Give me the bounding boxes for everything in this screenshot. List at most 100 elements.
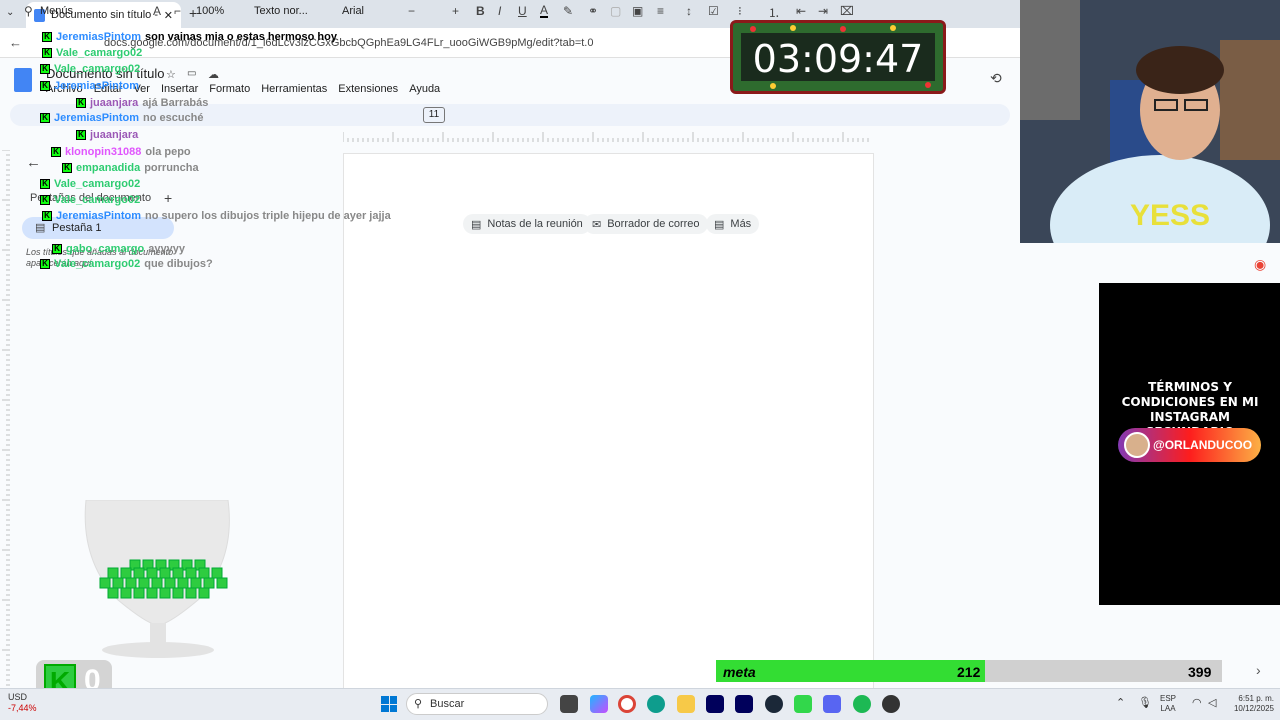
chevron-right-icon[interactable]: › <box>1256 662 1261 678</box>
version-history-icon[interactable]: ⟲ <box>990 70 1002 87</box>
k-token <box>177 577 189 589</box>
chat-username: juaanjara <box>90 129 139 141</box>
edge-icon[interactable] <box>647 695 665 713</box>
spellcheck-icon[interactable]: A <box>153 4 161 18</box>
k-token <box>159 587 171 599</box>
paint-format-icon[interactable]: ⌐ <box>174 4 181 18</box>
docs-logo-icon[interactable] <box>14 68 32 92</box>
chat-message: Kempanadida porruncha <box>62 162 199 174</box>
chat-message: K Vale_camargo02 <box>42 47 146 59</box>
chrome-icon[interactable] <box>618 695 636 713</box>
microphone-icon[interactable]: 🎙 <box>1138 696 1152 709</box>
decrease-indent-icon[interactable]: ⇤ <box>796 4 806 18</box>
move-folder-icon[interactable]: ▭ <box>187 68 196 79</box>
chat-badge-icon: K <box>40 179 50 189</box>
language-code: ESP <box>1160 694 1177 703</box>
tray-chevron-up-icon[interactable]: ⌃ <box>1116 696 1125 709</box>
ruler-ticks <box>343 132 869 142</box>
obs-icon[interactable] <box>882 695 900 713</box>
bold-icon[interactable]: B <box>476 4 485 18</box>
chat-message: Kjuaanjara ajá Barrabás <box>76 97 208 109</box>
steam-icon[interactable] <box>765 695 783 713</box>
chat-text: son vainas mia o estas hermoso hoy <box>144 31 337 43</box>
underline-icon[interactable]: U <box>518 4 527 18</box>
style-select[interactable]: Texto nor... <box>254 5 308 17</box>
file-explorer-icon[interactable] <box>677 695 695 713</box>
close-outline-arrow-icon[interactable]: ← <box>26 154 41 171</box>
image-icon[interactable]: ▣ <box>632 4 643 18</box>
chat-username: juaanjara <box>90 97 139 109</box>
menu-extensiones[interactable]: Extensiones <box>338 83 398 95</box>
chat-text: ayyyyy <box>148 243 185 255</box>
cloud-status-icon: ☁ <box>208 69 219 81</box>
volume-icon[interactable]: ◁ <box>1208 696 1216 709</box>
menu-herramientas[interactable]: Herramientas <box>261 83 327 95</box>
taskbar-search[interactable] <box>406 693 548 715</box>
font-select[interactable]: Arial <box>342 5 364 17</box>
chip-email-draft[interactable]: ✉ Borrador de correo <box>584 214 708 234</box>
copilot-icon[interactable] <box>590 695 608 713</box>
close-tab-icon[interactable]: ✕ <box>164 9 173 22</box>
document-tab-label[interactable]: Pestaña 1 <box>52 222 102 234</box>
chip-meeting-notes[interactable]: ▤ Notas de la reunión <box>463 214 591 234</box>
add-tab-icon[interactable]: + <box>164 190 172 206</box>
stock-widget[interactable]: USD -7,44% <box>8 692 37 714</box>
highlight-icon[interactable]: ✎ <box>563 4 573 18</box>
checklist-icon[interactable]: ☑ <box>708 4 719 18</box>
streamer-webcam-image: YESS <box>1020 0 1280 243</box>
chat-badge-icon: K <box>40 259 50 269</box>
chat-username: gabo_camargo <box>66 243 145 255</box>
k-token <box>198 567 210 579</box>
spotify-icon[interactable] <box>853 695 871 713</box>
increase-font-size-icon[interactable]: + <box>452 4 459 18</box>
numbered-list-icon[interactable]: ⒈ <box>768 4 780 21</box>
increase-indent-icon[interactable]: ⇥ <box>818 4 828 18</box>
decrease-font-size-icon[interactable]: − <box>408 4 415 18</box>
document-tab-icon: ▤ <box>35 222 46 234</box>
star-icon[interactable]: ☆ <box>166 68 176 81</box>
chat-badge-icon: K <box>42 48 52 58</box>
windows-start-icon[interactable] <box>381 696 397 712</box>
link-icon[interactable]: ⚭ <box>588 4 598 18</box>
chip-more[interactable]: ▤ Más <box>706 214 760 234</box>
game-launcher-icon[interactable] <box>794 695 812 713</box>
comment-icon[interactable]: ▢ <box>610 4 621 18</box>
k-token <box>99 577 111 589</box>
clock-time: 6:51 p. m. <box>1238 694 1274 703</box>
language-indicator[interactable]: ESP LAA <box>1160 694 1176 714</box>
clock[interactable]: 6:51 p. m. 10/12/2025 <box>1224 694 1274 714</box>
maps-pin-icon[interactable]: ◉ <box>1254 256 1266 273</box>
document-page[interactable] <box>343 153 874 693</box>
k-token <box>133 587 145 599</box>
chat-message: Kgabo_camargo ayyyyy <box>52 243 185 255</box>
menu-insertar[interactable]: Insertar <box>161 83 198 95</box>
chat-message: Kklonopin31088 ola pepo <box>51 146 191 158</box>
svg-text:YESS: YESS <box>1130 199 1210 232</box>
menu-ayuda[interactable]: Ayuda <box>409 83 440 95</box>
discord-icon[interactable] <box>823 695 841 713</box>
zoom-select[interactable]: 100% <box>196 5 224 17</box>
search-menus-icon[interactable]: ⚲ <box>24 4 33 18</box>
font-size-input[interactable]: 11 <box>423 107 445 123</box>
chat-badge-icon: K <box>52 244 62 254</box>
italic-icon[interactable]: I <box>498 4 501 18</box>
horizontal-ruler[interactable] <box>343 130 873 144</box>
wifi-icon[interactable]: ◠ <box>1192 696 1202 709</box>
menu-formato[interactable]: Formato <box>209 83 250 95</box>
chat-badge-icon: K <box>51 147 61 157</box>
chat-message: K Vale_camargo02 <box>40 63 144 75</box>
stream-timer: 03:09:47 <box>730 20 946 94</box>
back-icon[interactable]: ← <box>9 35 22 50</box>
tab-list-chevron-icon[interactable]: ⌄ <box>6 7 14 18</box>
line-spacing-icon[interactable]: ↕ <box>686 4 692 18</box>
text-color-icon[interactable]: A <box>540 4 549 18</box>
vertical-ruler[interactable] <box>0 150 10 690</box>
premiere-icon[interactable] <box>706 695 724 713</box>
bulleted-list-icon[interactable]: ⁝ <box>738 4 742 18</box>
align-icon[interactable]: ≡ <box>657 4 664 18</box>
task-view-icon[interactable] <box>560 695 578 713</box>
chat-message: K Vale_camargo02 <box>40 194 144 206</box>
search-menus-label[interactable]: Menús <box>40 5 73 17</box>
audition-icon[interactable] <box>735 695 753 713</box>
clear-formatting-icon[interactable]: ⌧ <box>840 4 854 18</box>
